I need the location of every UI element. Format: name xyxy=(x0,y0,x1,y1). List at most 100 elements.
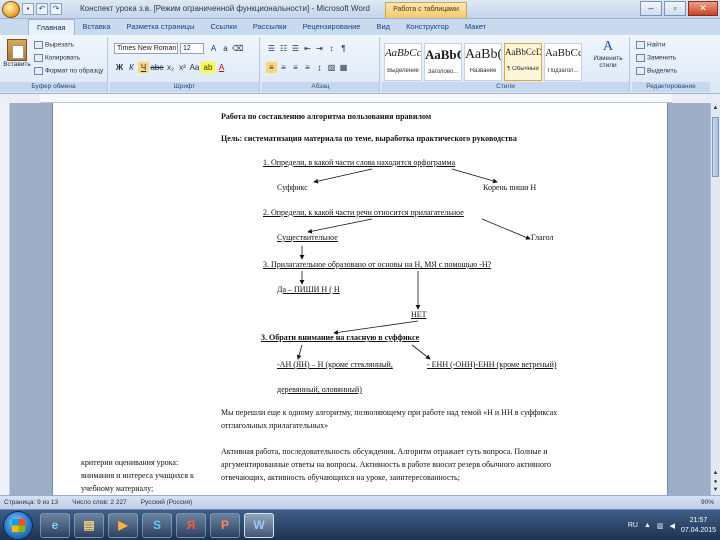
tab-design[interactable]: Конструктор xyxy=(398,19,457,35)
horizontal-ruler[interactable] xyxy=(40,94,672,103)
style-emphasis[interactable]: АаВbСcI Выделение xyxy=(384,43,422,81)
scrollbar-thumb[interactable] xyxy=(712,117,719,177)
scroll-up-icon[interactable]: ▲ xyxy=(712,104,719,112)
save-icon[interactable]: ▪ xyxy=(22,3,34,15)
shading-icon[interactable]: ▨ xyxy=(326,62,337,73)
cut-button[interactable]: Вырезать xyxy=(34,41,74,49)
tab-insert[interactable]: Вставка xyxy=(75,19,119,35)
start-button[interactable] xyxy=(3,511,33,540)
list-buttons: ☰ ☷ ☰ ⇤ ⇥ ↕ ¶ xyxy=(266,43,349,54)
font-size-buttons: A a ⌫ xyxy=(208,43,243,54)
paste-button[interactable]: Вставить xyxy=(3,39,31,68)
select-button[interactable]: Выделить xyxy=(636,67,677,75)
bullets-icon[interactable]: ☰ xyxy=(266,43,277,54)
sort-icon[interactable]: ↕ xyxy=(326,43,337,54)
zoom-level[interactable]: 90% xyxy=(701,499,714,506)
align-center-icon[interactable]: ≡ xyxy=(278,62,289,73)
change-styles-label: Изменить стили xyxy=(593,55,623,69)
shrink-font-icon[interactable]: a xyxy=(220,43,231,54)
tab-layout[interactable]: Макет xyxy=(457,19,494,35)
network-icon[interactable]: ▥ xyxy=(657,522,664,530)
strikethrough-button[interactable]: abe xyxy=(150,62,164,73)
format-painter-button[interactable]: Формат по образцу xyxy=(34,67,103,75)
tab-mailings[interactable]: Рассылки xyxy=(245,19,295,35)
change-styles-button[interactable]: A Изменить стили xyxy=(588,39,628,69)
align-left-icon[interactable]: ≡ xyxy=(266,62,277,73)
vertical-scrollbar[interactable]: ▲ ▲ ● ▼ xyxy=(710,103,720,495)
copy-button[interactable]: Копировать xyxy=(34,54,80,62)
justify-icon[interactable]: ≡ xyxy=(302,62,313,73)
underline-button[interactable]: Ч xyxy=(138,62,149,73)
italic-button[interactable]: К xyxy=(126,62,137,73)
editing-group-label: Редактирование xyxy=(632,82,710,92)
borders-icon[interactable]: ▦ xyxy=(338,62,349,73)
tab-home[interactable]: Главная xyxy=(28,19,75,35)
bold-button[interactable]: Ж xyxy=(114,62,125,73)
align-buttons: ≡ ≡ ≡ ≡ ↨ ▨ ▦ xyxy=(266,62,349,73)
volume-icon[interactable]: ◀ xyxy=(670,522,675,530)
style-subtitle[interactable]: АаВbСcI Подзагол... xyxy=(544,43,582,81)
grow-font-icon[interactable]: A xyxy=(208,43,219,54)
replace-button[interactable]: Заменить xyxy=(636,54,676,62)
numbering-icon[interactable]: ☷ xyxy=(278,43,289,54)
style-normal[interactable]: АаВbСcDc ¶ Обычный xyxy=(504,43,542,81)
tab-page-layout[interactable]: Разметка страницы xyxy=(118,19,202,35)
show-marks-icon[interactable]: ¶ xyxy=(338,43,349,54)
styles-group-label: Стили xyxy=(382,82,629,92)
decrease-indent-icon[interactable]: ⇤ xyxy=(302,43,313,54)
status-words[interactable]: Число слов: 2 227 xyxy=(72,499,127,506)
highlight-button[interactable]: ab xyxy=(201,62,215,73)
browse-object-icon[interactable]: ● xyxy=(712,478,719,486)
binoculars-icon xyxy=(636,41,645,49)
minimize-button[interactable]: – xyxy=(640,1,662,16)
taskbar-media[interactable]: ▶ xyxy=(108,513,138,538)
taskbar-yandex[interactable]: Я xyxy=(176,513,206,538)
next-page-icon[interactable]: ▼ xyxy=(712,486,719,494)
taskbar-skype[interactable]: S xyxy=(142,513,172,538)
clipboard-icon xyxy=(7,39,27,61)
font-group: Times New Roman 12 A a ⌫ Ж К Ч abe x₂ x²… xyxy=(110,37,260,92)
maximize-button[interactable]: ▫ xyxy=(664,1,686,16)
close-button[interactable]: ✕ xyxy=(688,1,718,16)
tab-review[interactable]: Рецензирование xyxy=(295,19,369,35)
status-page[interactable]: Страница: 9 из 13 xyxy=(4,499,58,506)
vertical-ruler[interactable] xyxy=(0,103,10,495)
style-title[interactable]: АаBb(Название xyxy=(464,43,502,81)
taskbar-powerpoint[interactable]: P xyxy=(210,513,240,538)
font-group-label: Шрифт xyxy=(110,82,259,92)
editing-group: Найти Заменить Выделить Редактирование xyxy=(632,37,710,92)
taskbar-explorer[interactable]: ▤ xyxy=(74,513,104,538)
clear-format-icon[interactable]: ⌫ xyxy=(232,43,243,54)
subscript-button[interactable]: x₂ xyxy=(165,62,176,73)
arrow-to-suffix xyxy=(313,168,373,184)
font-color-button[interactable]: A xyxy=(216,62,227,73)
office-button[interactable] xyxy=(2,1,20,18)
status-language[interactable]: Русский (Россия) xyxy=(141,499,193,506)
style-name: Выделение xyxy=(387,68,419,74)
increase-indent-icon[interactable]: ⇥ xyxy=(314,43,325,54)
line-spacing-icon[interactable]: ↨ xyxy=(314,62,325,73)
undo-icon[interactable]: ↶ xyxy=(36,3,48,15)
align-right-icon[interactable]: ≡ xyxy=(290,62,301,73)
change-case-button[interactable]: Aa xyxy=(189,62,200,73)
tray-arrow-icon[interactable]: ▲ xyxy=(644,522,651,529)
scissors-icon xyxy=(34,41,43,49)
tab-view[interactable]: Вид xyxy=(368,19,398,35)
prev-page-icon[interactable]: ▲ xyxy=(712,469,719,477)
arrow-to-noun xyxy=(307,218,373,234)
tab-references[interactable]: Ссылки xyxy=(202,19,244,35)
taskbar-ie[interactable]: e xyxy=(40,513,70,538)
style-heading[interactable]: АаBbC Заголово... xyxy=(424,43,462,81)
taskbar-word[interactable]: W xyxy=(244,513,274,538)
superscript-button[interactable]: x² xyxy=(177,62,188,73)
arrow-to-verb xyxy=(481,218,531,240)
language-indicator[interactable]: RU xyxy=(628,522,638,529)
font-name-combo[interactable]: Times New Roman xyxy=(114,43,178,54)
redo-icon[interactable]: ↷ xyxy=(50,3,62,15)
find-button[interactable]: Найти xyxy=(636,41,666,49)
font-size-combo[interactable]: 12 xyxy=(180,43,204,54)
clock[interactable]: 21:57 07.04.2015 xyxy=(681,516,716,536)
system-tray: RU ▲ ▥ ◀ 21:57 07.04.2015 xyxy=(628,510,716,540)
cut-label: Вырезать xyxy=(45,41,74,49)
multilevel-icon[interactable]: ☰ xyxy=(290,43,301,54)
